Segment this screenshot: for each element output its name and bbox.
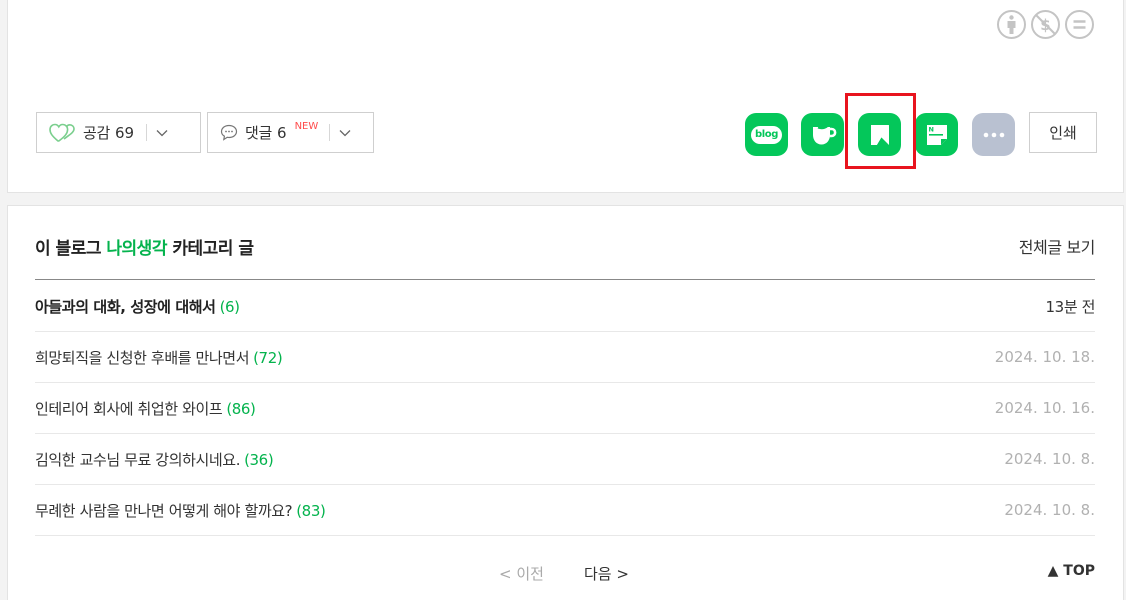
print-button[interactable]: 인쇄 — [1029, 112, 1097, 153]
post-date: 2024. 10. 8. — [1004, 501, 1095, 519]
post-title[interactable]: 인테리어 회사에 취업한 와이프 (86) — [35, 398, 256, 419]
comment-count: (6) — [219, 297, 240, 316]
view-all-link[interactable]: 전체글 보기 — [1019, 234, 1096, 258]
post-title-text: 아들과의 대화, 성장에 대해서 — [35, 297, 216, 316]
post-title-text: 희망퇴직을 신청한 후배를 만나면서 — [35, 348, 250, 367]
category-posts-panel: 이 블로그 나의생각 카테고리 글 전체글 보기 아들과의 대화, 성장에 대해… — [7, 205, 1124, 600]
noncommercial-icon[interactable]: $ — [1030, 9, 1061, 40]
post-date: 2024. 10. 18. — [994, 348, 1095, 366]
category-header: 이 블로그 나의생각 카테고리 글 전체글 보기 — [35, 234, 1095, 280]
list-item[interactable]: 아들과의 대화, 성장에 대해서 (6) 13분 전 — [35, 281, 1095, 332]
share-blog-button[interactable]: blog — [745, 113, 788, 156]
comment-count: (72) — [253, 348, 283, 367]
category-suffix: 카테고리 글 — [166, 239, 254, 259]
share-more-button[interactable] — [972, 113, 1015, 156]
next-page-link[interactable]: 다음 > — [584, 563, 629, 584]
prev-page-link[interactable]: < 이전 — [499, 563, 544, 584]
comment-count: (83) — [296, 501, 326, 520]
comment-button[interactable]: 댓글 6 NEW — [207, 112, 374, 153]
highlight-box — [845, 93, 916, 169]
like-label: 공감 — [83, 124, 111, 142]
like-count: 69 — [115, 123, 135, 142]
share-memo-button[interactable]: N — [915, 113, 958, 156]
scroll-top-link[interactable]: ▲ TOP — [1048, 563, 1095, 579]
blog-icon: blog — [750, 125, 782, 144]
comment-count: (86) — [226, 399, 256, 418]
comment-count: 6 — [277, 123, 287, 142]
list-item[interactable]: 김익한 교수님 무료 강의하시네요. (36) 2024. 10. 8. — [35, 434, 1095, 485]
svg-text:$: $ — [1040, 16, 1050, 34]
list-item[interactable]: 인테리어 회사에 취업한 와이프 (86) 2024. 10. 16. — [35, 383, 1095, 434]
list-item[interactable]: 희망퇴직을 신청한 후배를 만나면서 (72) 2024. 10. 18. — [35, 332, 1095, 383]
post-date: 13분 전 — [1045, 297, 1096, 316]
post-title[interactable]: 무례한 사람을 만나면 어떻게 해야 할까요? (83) — [35, 500, 326, 521]
coffee-cup-icon — [812, 125, 836, 144]
pagination: < 이전 다음 > ▲ TOP — [8, 563, 1123, 587]
chevron-down-icon — [339, 129, 351, 136]
comment-dropdown-toggle[interactable] — [330, 129, 360, 137]
heart-icon — [49, 123, 76, 143]
post-title[interactable]: 김익한 교수님 무료 강의하시네요. (36) — [35, 449, 274, 470]
post-list: 아들과의 대화, 성장에 대해서 (6) 13분 전 희망퇴직을 신청한 후배를 … — [35, 281, 1095, 536]
post-date: 2024. 10. 16. — [994, 399, 1095, 417]
svg-text:N: N — [928, 125, 933, 133]
post-footer-panel: $ 공감 69 댓글 6 NEW blog N 인쇄 — [7, 0, 1124, 193]
post-title-text: 인테리어 회사에 취업한 와이프 — [35, 399, 223, 418]
attribution-icon[interactable] — [996, 9, 1027, 40]
like-button[interactable]: 공감 69 — [36, 112, 201, 153]
comment-count: (36) — [244, 450, 274, 469]
memo-icon: N — [926, 124, 947, 145]
ccl-license: $ — [996, 9, 1095, 40]
comment-label: 댓글 — [245, 124, 273, 142]
category-title: 이 블로그 나의생각 카테고리 글 — [35, 234, 254, 259]
post-title[interactable]: 희망퇴직을 신청한 후배를 만나면서 (72) — [35, 347, 283, 368]
like-dropdown-toggle[interactable] — [147, 129, 177, 137]
post-title[interactable]: 아들과의 대화, 성장에 대해서 (6) — [35, 296, 240, 317]
more-dots-icon — [983, 132, 1004, 137]
category-name-link[interactable]: 나의생각 — [106, 239, 167, 259]
post-title-text: 김익한 교수님 무료 강의하시네요. — [35, 450, 241, 469]
post-date: 2024. 10. 8. — [1004, 450, 1095, 468]
speech-bubble-icon — [220, 124, 238, 141]
list-item[interactable]: 무례한 사람을 만나면 어떻게 해야 할까요? (83) 2024. 10. 8. — [35, 485, 1095, 536]
new-badge: NEW — [294, 121, 319, 132]
post-title-text: 무례한 사람을 만나면 어떻게 해야 할까요? — [35, 501, 293, 520]
no-derivatives-icon[interactable] — [1064, 9, 1095, 40]
category-prefix: 이 블로그 — [35, 239, 107, 259]
share-cafe-button[interactable] — [801, 113, 844, 156]
chevron-down-icon — [156, 129, 168, 136]
